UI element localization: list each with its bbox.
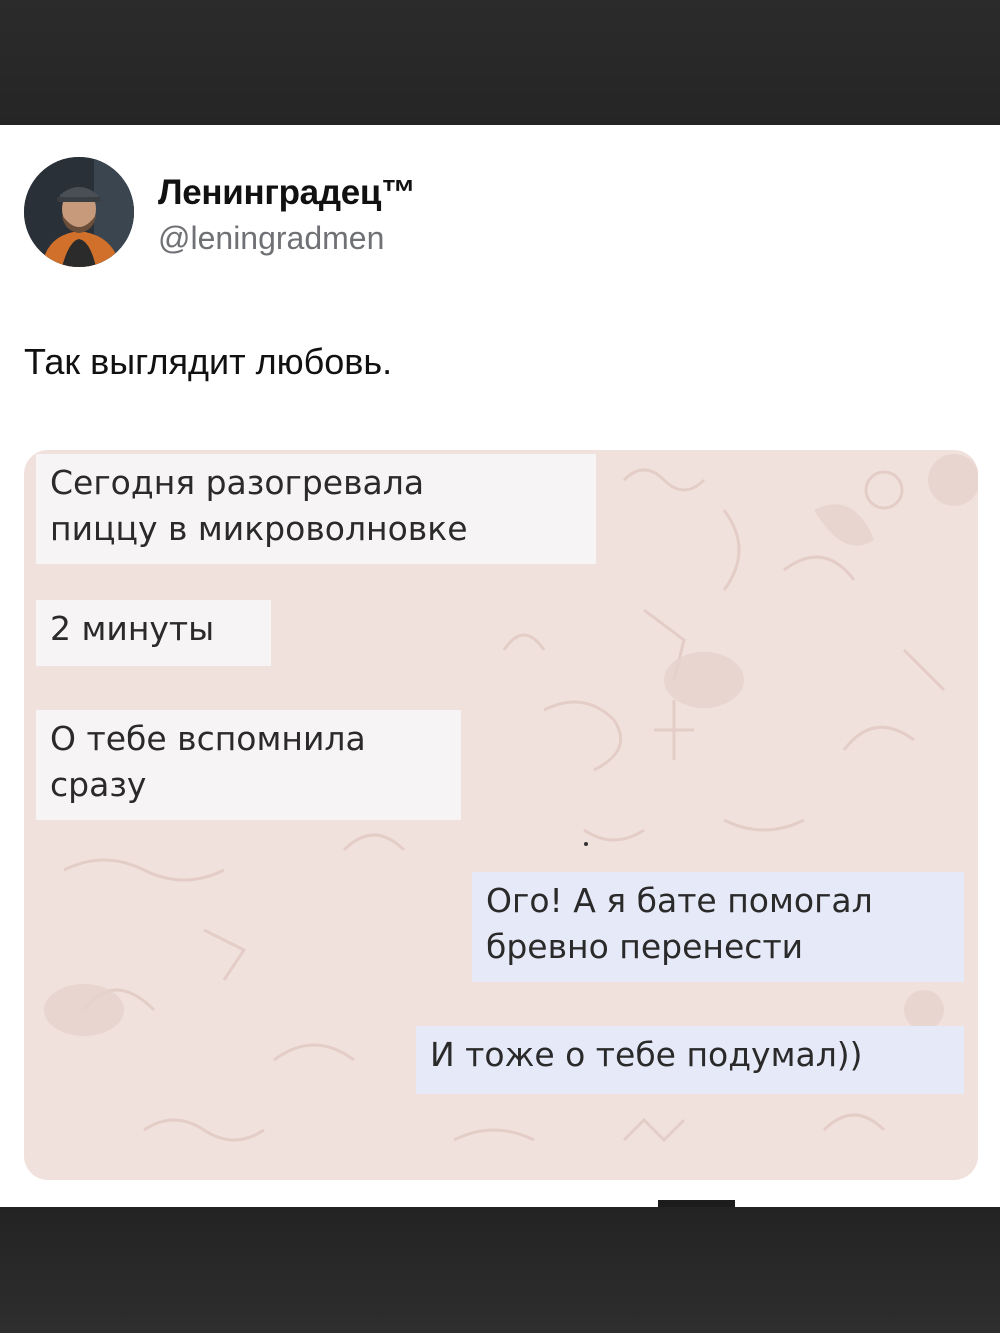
tweet-text: Так выглядит любовь. xyxy=(24,341,393,382)
stray-dot xyxy=(584,842,588,846)
tweet-post: Ленинградец™ @leningradmen Так выглядит … xyxy=(0,125,1000,1207)
bottom-dark-bar xyxy=(0,1200,1000,1333)
chat-screenshot-image[interactable]: Сегодня разогревала пиццу в микроволновк… xyxy=(24,450,978,1180)
chat-message-incoming: Сегодня разогревала пиццу в микроволновк… xyxy=(36,454,596,564)
chat-message-incoming: 2 минуты xyxy=(36,600,271,666)
bottom-indicator xyxy=(658,1200,735,1207)
author-name[interactable]: Ленинградец™ xyxy=(158,173,416,213)
chat-message-incoming: О тебе вспомнила сразу xyxy=(36,710,461,820)
chat-message-outgoing: Ого! А я бате помогал бревно перенести xyxy=(472,872,964,982)
chat-message-outgoing: И тоже о тебе подумал)) xyxy=(416,1026,964,1094)
avatar[interactable] xyxy=(24,157,134,267)
author-handle[interactable]: @leningradmen xyxy=(158,220,384,257)
top-dark-bar xyxy=(0,0,1000,125)
